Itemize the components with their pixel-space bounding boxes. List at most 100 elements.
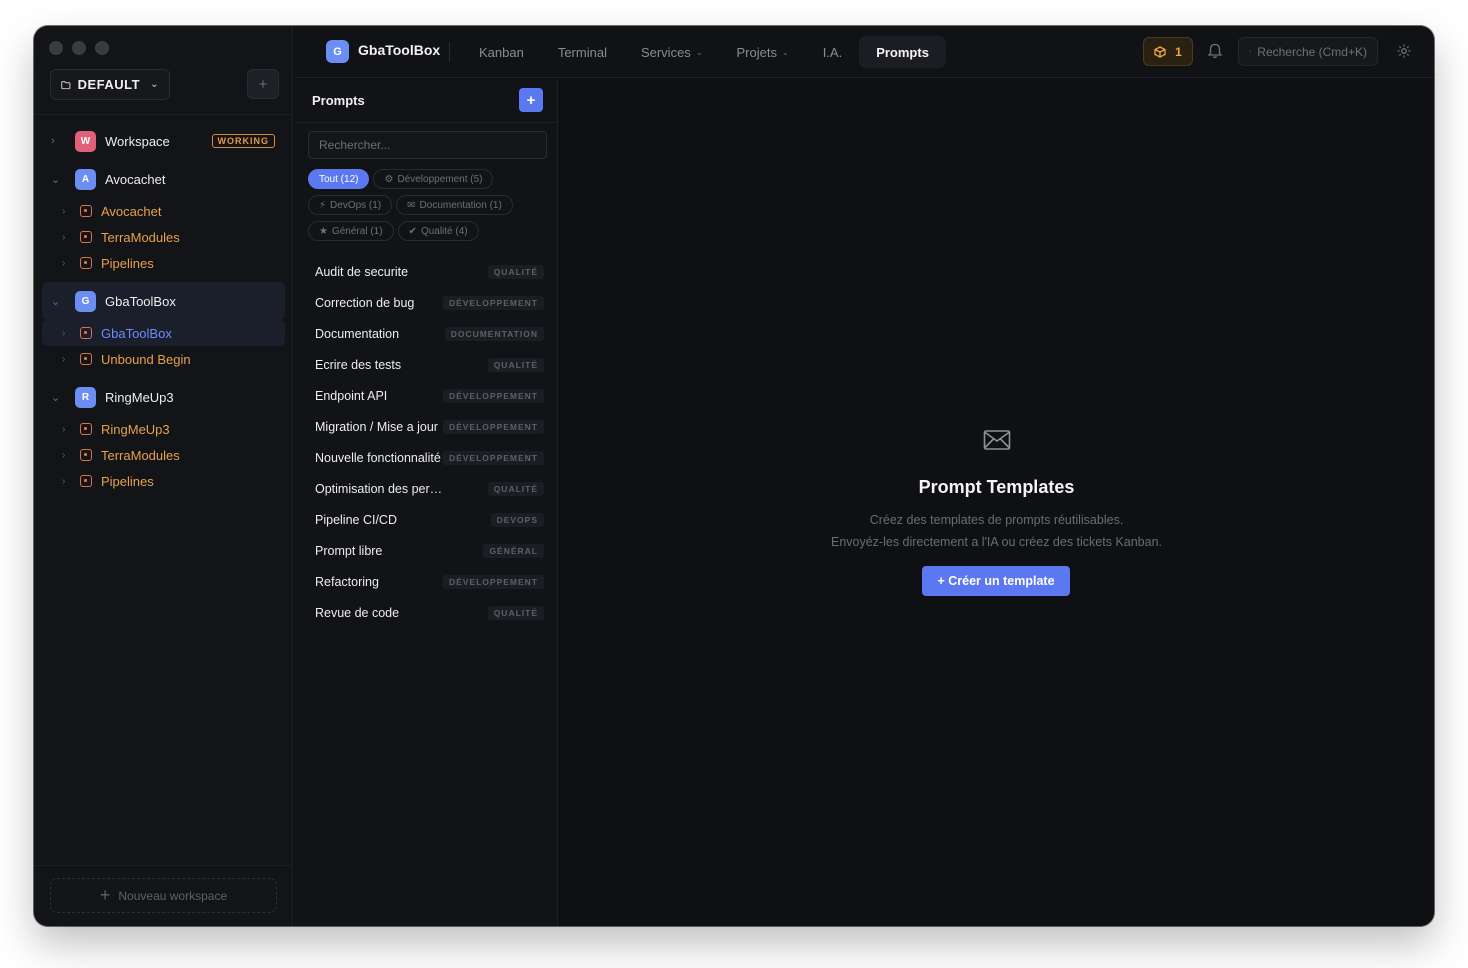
prompt-item[interactable]: Revue de code QUALITÉ [306, 597, 546, 628]
divider [34, 114, 293, 115]
filter-chip[interactable]: Tout (12) [308, 169, 370, 189]
filter-chip-icon: ★ [319, 225, 328, 237]
new-workspace-button[interactable]: + Nouveau workspace [50, 878, 277, 913]
maximize-window-button[interactable] [95, 41, 109, 55]
add-prompt-button[interactable]: + [519, 88, 543, 112]
project-item[interactable]: › Pipelines [42, 250, 285, 276]
filter-chip-label: Qualité (4) [420, 225, 468, 237]
prompt-item[interactable]: Optimisation des performances QUALITÉ [306, 473, 546, 504]
gear-icon[interactable] [1396, 43, 1412, 59]
filter-chip[interactable]: ⚡ DevOps (1) [308, 195, 393, 215]
prompt-item[interactable]: Documentation DOCUMENTATION [306, 318, 546, 349]
nav-tab-projets[interactable]: Projets ⌄ [720, 36, 806, 68]
filter-chip-icon: ⚙ [384, 173, 394, 185]
category-tag: DÉVELOPPEMENT [442, 574, 544, 589]
bell-icon[interactable] [1206, 42, 1224, 60]
chevron-right-icon[interactable]: › [62, 424, 78, 435]
tasks-badge-button[interactable]: 1 [1143, 37, 1193, 66]
chevron-right-icon[interactable]: › [62, 328, 78, 339]
project-item[interactable]: › Avocachet [42, 198, 285, 224]
project-name: Pipelines [101, 255, 154, 271]
workspace-item[interactable]: › W Workspace WORKING [42, 122, 285, 160]
project-icon [80, 449, 92, 461]
prompt-item[interactable]: Pipeline CI/CD DEVOPS [306, 504, 546, 535]
prompt-item[interactable]: Audit de securite QUALITÉ [306, 256, 546, 287]
prompt-item[interactable]: Ecrire des tests QUALITÉ [306, 349, 546, 380]
filter-chip[interactable]: ⚙ Développement (5) [373, 169, 494, 189]
chevron-right-icon[interactable]: › [62, 206, 78, 217]
status-badge: WORKING [211, 134, 275, 148]
chevron-down-icon[interactable]: ⌄ [51, 391, 69, 404]
prompt-item[interactable]: Refactoring DÉVELOPPEMENT [306, 566, 546, 597]
filter-chip-label: Tout (12) [319, 173, 359, 185]
global-search-placeholder: Recherche (Cmd+K) [1257, 44, 1367, 59]
workspace-avatar: G [75, 290, 96, 312]
project-icon [80, 327, 92, 339]
prompt-search-input[interactable] [308, 131, 547, 159]
chevron-down-icon: ⌄ [781, 47, 789, 57]
project-name: TerraModules [101, 229, 180, 245]
project-icon [80, 205, 92, 217]
nav-tab-terminal[interactable]: Terminal [541, 36, 624, 68]
close-window-button[interactable] [49, 41, 63, 55]
filter-chip[interactable]: ★ Général (1) [308, 221, 394, 241]
prompt-item[interactable]: Migration / Mise a jour DÉVELOPPEMENT [306, 411, 546, 442]
category-tag: DEVOPS [490, 512, 544, 527]
chevron-right-icon[interactable]: › [62, 258, 78, 269]
prompt-item[interactable]: Nouvelle fonctionnalité DÉVELOPPEMENT [306, 442, 546, 473]
project-name: RingMeUp3 [101, 421, 170, 437]
minimize-window-button[interactable] [72, 41, 86, 55]
workspace-item[interactable]: ⌄ G GbaToolBox [42, 282, 285, 320]
prompt-item[interactable]: Prompt libre GÉNÉRAL [306, 535, 546, 566]
main-nav: Kanban Terminal Services ⌄ Projets ⌄ I.A. Promp… [462, 36, 946, 68]
empty-state-description: Envoyéz-les directement a l'IA ou créez … [830, 535, 1163, 549]
nav-tab-services[interactable]: Services ⌄ [624, 36, 720, 68]
filter-chip[interactable]: ✉ Documentation (1) [396, 195, 513, 215]
project-icon [80, 231, 92, 243]
workspace-selector[interactable]: DEFAULT ⌄ [50, 69, 170, 100]
category-tag: DÉVELOPPEMENT [442, 295, 544, 310]
empty-state-description: Créez des templates de prompts réutilisa… [869, 513, 1124, 527]
project-item[interactable]: › GbaToolBox [42, 320, 285, 346]
prompts-panel-header: Prompts + [294, 79, 558, 123]
chevron-down-icon[interactable]: ⌄ [51, 295, 69, 308]
chevron-right-icon[interactable]: › [62, 450, 78, 461]
nav-tab-ia[interactable]: I.A. [806, 36, 860, 68]
tasks-count: 1 [1175, 44, 1182, 59]
category-tag: QUALITÉ [487, 264, 544, 279]
chevron-right-icon[interactable]: › [62, 354, 78, 365]
add-workspace-button[interactable]: + [247, 69, 279, 99]
chevron-down-icon: ⌄ [150, 79, 159, 90]
prompt-list: Audit de securite QUALITÉ Correction de bu… [306, 256, 546, 628]
chevron-down-icon[interactable]: ⌄ [51, 173, 69, 186]
project-name: Avocachet [101, 203, 162, 219]
folder-icon [61, 80, 71, 89]
chevron-right-icon[interactable]: › [51, 135, 69, 147]
chevron-right-icon[interactable]: › [62, 476, 78, 487]
prompt-name: Nouvelle fonctionnalité [315, 450, 441, 465]
filter-chip-label: DevOps (1) [330, 199, 382, 211]
nav-tab-kanban[interactable]: Kanban [462, 36, 541, 68]
prompt-item[interactable]: Correction de bug DÉVELOPPEMENT [306, 287, 546, 318]
category-tag: DÉVELOPPEMENT [442, 419, 544, 434]
prompt-item[interactable]: Endpoint API DÉVELOPPEMENT [306, 380, 546, 411]
workspace-item[interactable]: ⌄ R RingMeUp3 [42, 378, 285, 416]
project-name: TerraModules [101, 447, 180, 463]
package-icon [1154, 45, 1166, 58]
workspace-item[interactable]: ⌄ A Avocachet [42, 160, 285, 198]
category-tag: DÉVELOPPEMENT [442, 450, 544, 465]
prompt-name: Audit de securite [315, 264, 409, 279]
global-search-input[interactable]: Recherche (Cmd+K) [1238, 37, 1378, 66]
create-template-button[interactable]: + Créer un template [922, 566, 1070, 596]
divider [34, 865, 293, 866]
nav-tab-label: Prompts [876, 44, 929, 60]
nav-tab-prompts[interactable]: Prompts [859, 36, 946, 68]
project-item[interactable]: › Pipelines [42, 468, 285, 494]
project-item[interactable]: › TerraModules [42, 442, 285, 468]
project-item[interactable]: › RingMeUp3 [42, 416, 285, 442]
prompt-name: Prompt libre [315, 543, 383, 558]
project-item[interactable]: › Unbound Begin [42, 346, 285, 372]
chevron-right-icon[interactable]: › [62, 232, 78, 243]
project-item[interactable]: › TerraModules [42, 224, 285, 250]
filter-chip[interactable]: ✔ Qualité (4) [397, 221, 479, 241]
